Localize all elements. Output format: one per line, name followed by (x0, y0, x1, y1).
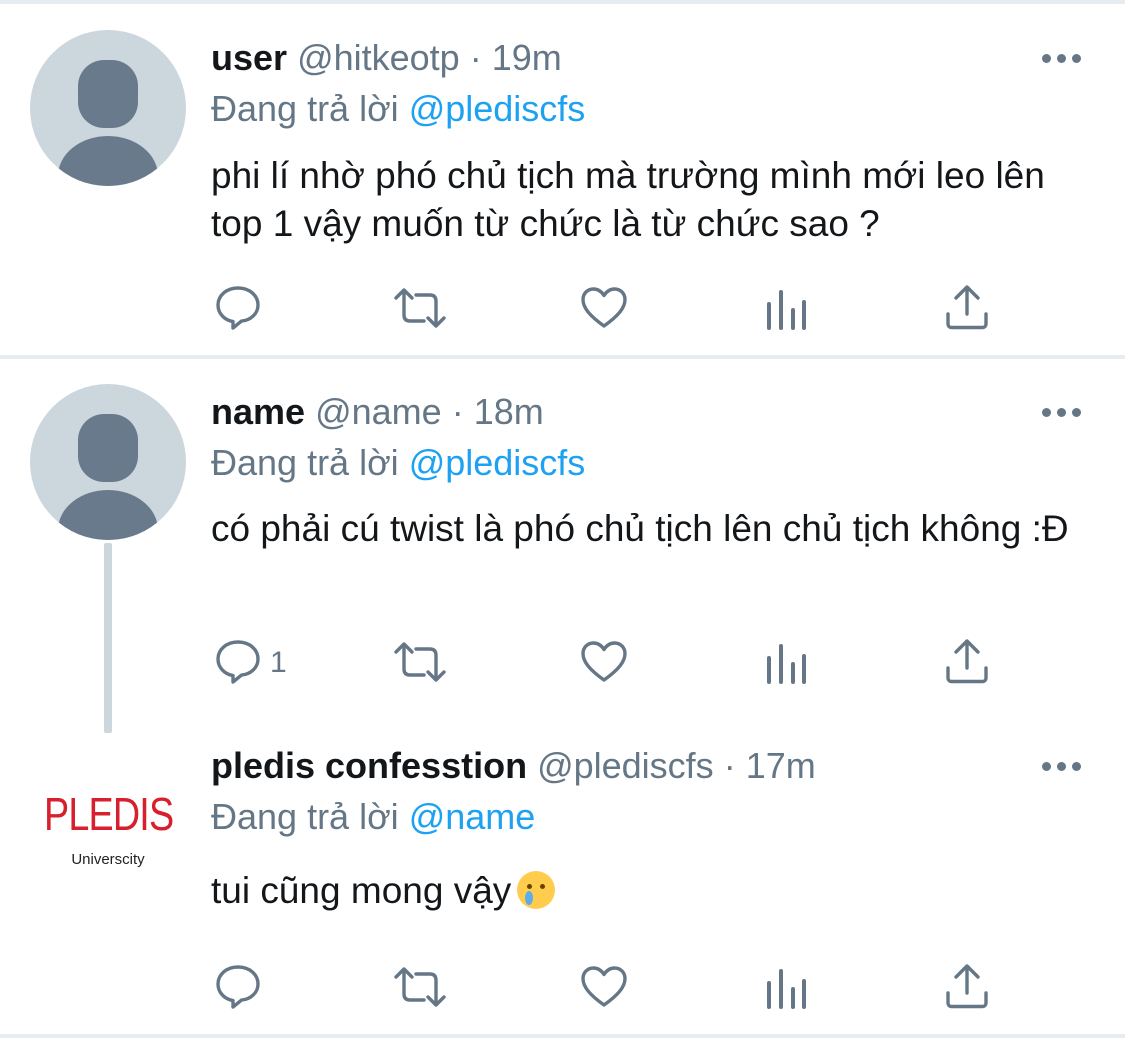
more-dots-icon[interactable] (1040, 402, 1084, 422)
replying-to: Đang trả lời @name (211, 797, 535, 837)
reply-icon[interactable]: 1 (214, 638, 304, 688)
analytics-icon[interactable] (764, 638, 808, 688)
crying-face-emoji (517, 871, 556, 909)
display-name[interactable]: user (211, 37, 287, 78)
retweet-icon[interactable] (392, 284, 448, 334)
reply-prefix: Đang trả lời (211, 796, 399, 837)
user-handle[interactable]: @plediscfs (537, 745, 714, 786)
avatar[interactable] (30, 30, 186, 186)
reply-prefix: Đang trả lời (211, 442, 399, 483)
reply-icon[interactable] (214, 963, 264, 1013)
avatar-body (58, 136, 158, 186)
reply-prefix: Đang trả lời (211, 88, 399, 129)
analytics-icon[interactable] (764, 284, 808, 334)
share-icon[interactable] (944, 284, 990, 334)
separator-dot: · (469, 37, 482, 78)
tweet-header: name @name · 18m (211, 392, 544, 432)
avatar-head (78, 60, 138, 128)
display-name[interactable]: pledis confesstion (211, 745, 527, 786)
timestamp[interactable]: 19m (492, 37, 562, 78)
reply-mention[interactable]: @name (409, 796, 536, 837)
user-handle[interactable]: @name (315, 391, 442, 432)
replying-to: Đang trả lời @plediscfs (211, 89, 585, 129)
reply-mention[interactable]: @plediscfs (409, 442, 586, 483)
separator-dot: · (451, 391, 464, 432)
heart-icon[interactable] (580, 284, 630, 334)
avatar-body (58, 490, 158, 540)
avatar-head (78, 414, 138, 482)
tweet-2[interactable]: name @name · 18m Đang trả lời @plediscfs… (0, 359, 1125, 733)
tweet-text: tui cũng mong vậy (211, 867, 1091, 915)
action-bar (0, 284, 1125, 334)
timestamp[interactable]: 18m (474, 391, 544, 432)
tweet-header: user @hitkeotp · 19m (211, 38, 562, 78)
retweet-icon[interactable] (392, 638, 448, 688)
analytics-icon[interactable] (764, 963, 808, 1013)
tweet-1[interactable]: user @hitkeotp · 19m Đang trả lời @pledi… (0, 0, 1125, 355)
share-icon[interactable] (944, 963, 990, 1013)
heart-icon[interactable] (580, 638, 630, 688)
more-dots-icon[interactable] (1040, 756, 1084, 776)
share-icon[interactable] (944, 638, 990, 688)
retweet-icon[interactable] (392, 963, 448, 1013)
separator-dot: · (723, 745, 736, 786)
user-handle[interactable]: @hitkeotp (297, 37, 460, 78)
tweet-text: phi lí nhờ phó chủ tịch mà trường mình m… (211, 155, 1045, 244)
reply-mention[interactable]: @plediscfs (409, 88, 586, 129)
avatar[interactable] (30, 384, 186, 540)
tweet-header: pledis confesstion @plediscfs · 17m (211, 746, 816, 786)
tweet-feed: user @hitkeotp · 19m Đang trả lời @pledi… (0, 0, 1125, 1040)
action-bar: 1 (0, 638, 1125, 688)
logo-subtitle: Universcity (71, 851, 145, 868)
timestamp[interactable]: 17m (746, 745, 816, 786)
reply-icon[interactable] (214, 284, 264, 334)
display-name[interactable]: name (211, 391, 305, 432)
tweet-3[interactable]: PLEDIS Universcity pledis confesstion @p… (0, 729, 1125, 1034)
action-bar (0, 963, 1125, 1013)
replying-to: Đang trả lời @plediscfs (211, 443, 585, 483)
tweet-text-content: tui cũng mong vậy (211, 870, 512, 911)
divider (0, 1034, 1125, 1038)
pledis-logo-avatar[interactable]: PLEDIS Universcity (30, 747, 186, 903)
heart-icon[interactable] (580, 963, 630, 1013)
more-dots-icon[interactable] (1040, 48, 1084, 68)
logo-mark: PLEDIS (44, 788, 174, 840)
tweet-text: có phải cú twist là phó chủ tịch lên chủ… (211, 508, 1069, 549)
reply-count: 1 (270, 646, 287, 679)
